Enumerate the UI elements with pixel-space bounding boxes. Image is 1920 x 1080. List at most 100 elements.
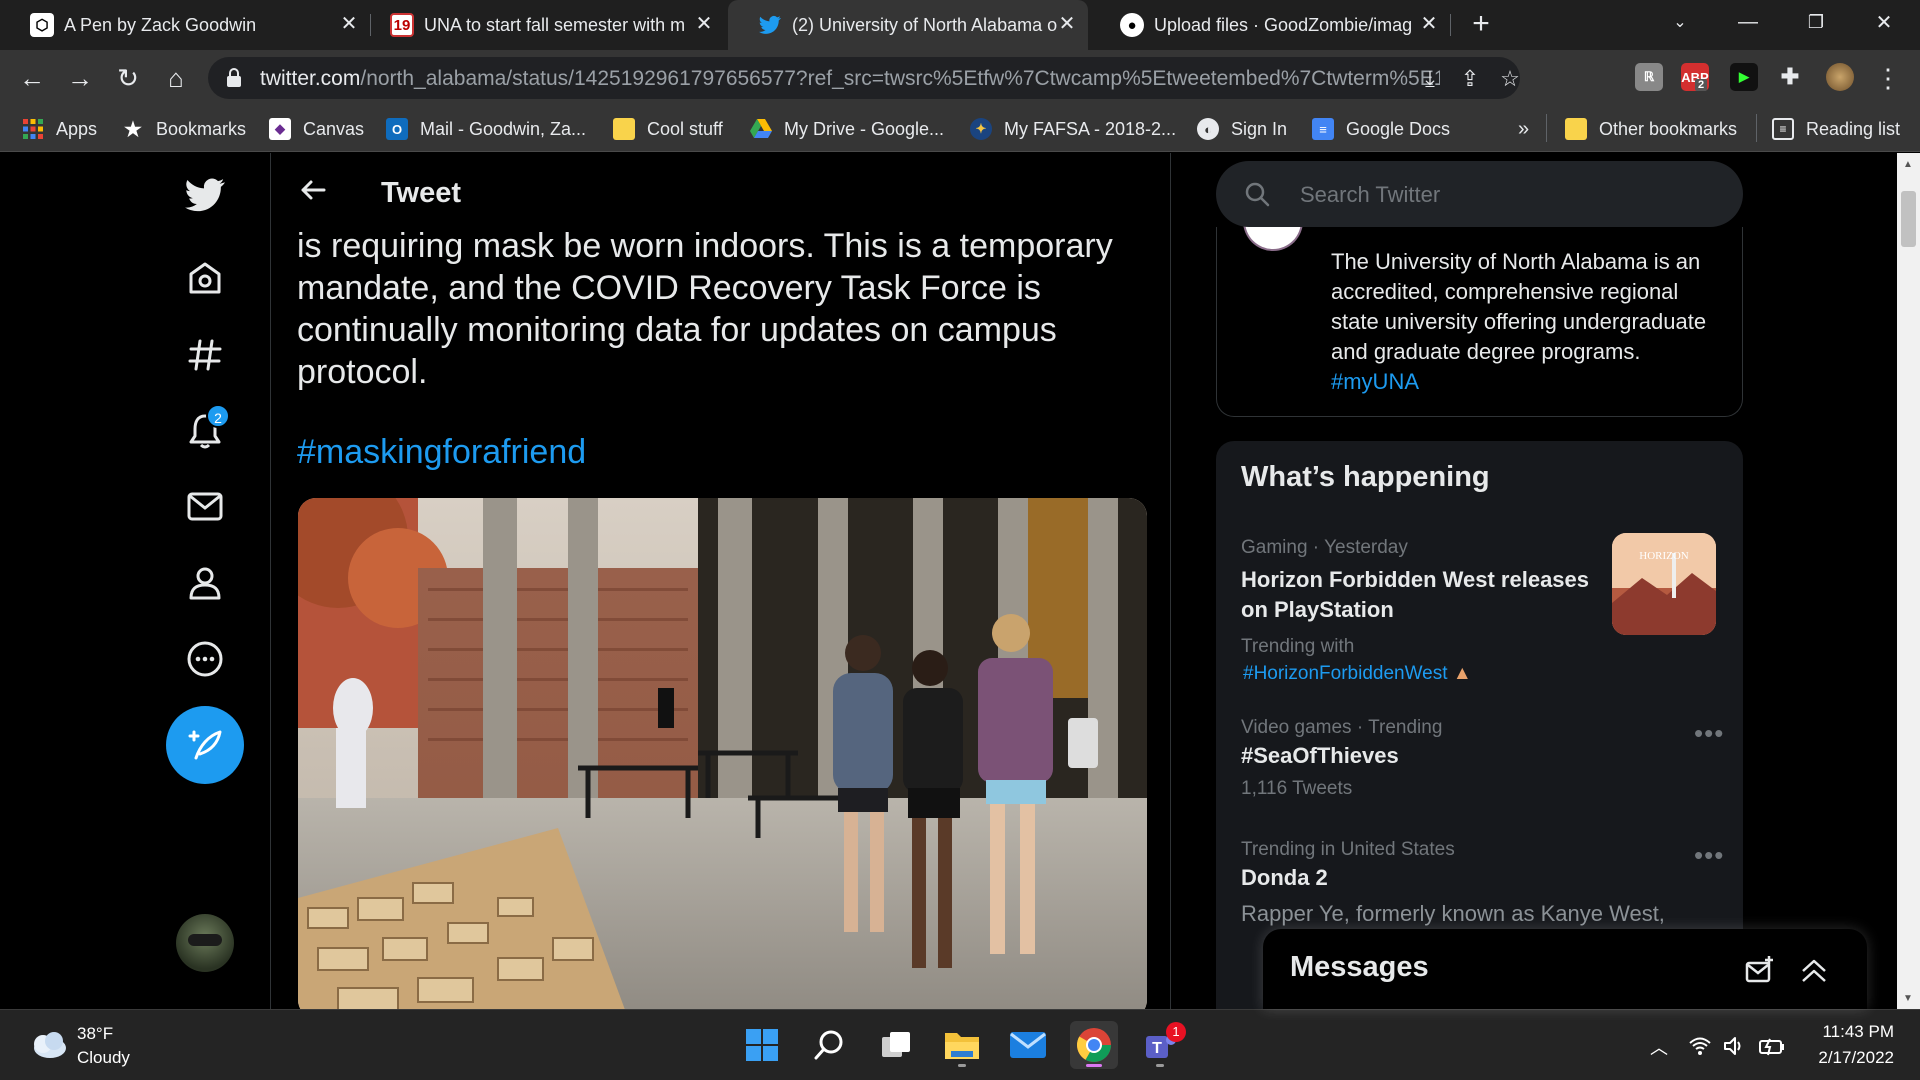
bio-hashtag-link[interactable]: #myUNA: [1331, 369, 1419, 394]
messages-envelope-icon[interactable]: [185, 486, 225, 526]
bookmark-fafsa[interactable]: ✦ My FAFSA - 2018-2...: [970, 115, 1176, 143]
search-input[interactable]: Search Twitter: [1216, 161, 1743, 227]
new-tab-button[interactable]: +: [1465, 9, 1497, 41]
scroll-down-arrow-icon[interactable]: ▼: [1903, 993, 1913, 1004]
chrome-taskbar-button[interactable]: [1070, 1021, 1118, 1069]
volume-icon[interactable]: [1722, 1034, 1746, 1058]
wifi-icon[interactable]: [1688, 1034, 1712, 1058]
close-window-button[interactable]: ✕: [1850, 0, 1918, 44]
trend-title: Horizon Forbidden West releases on PlayS…: [1241, 567, 1590, 622]
search-placeholder: Search Twitter: [1300, 182, 1441, 207]
bookmark-canvas[interactable]: ◆ Canvas: [269, 115, 364, 143]
puzzle-extensions-icon[interactable]: ✚: [1776, 63, 1804, 91]
bio-text: The University of North Alabama is an ac…: [1331, 247, 1731, 397]
forward-button[interactable]: →: [64, 62, 96, 94]
chrome-icon: [1077, 1028, 1111, 1062]
bookmark-label: Other bookmarks: [1599, 118, 1738, 139]
battery-charging-icon[interactable]: [1758, 1034, 1786, 1058]
github-icon: ●: [1120, 13, 1144, 37]
file-explorer-button[interactable]: [938, 1021, 986, 1069]
profile-avatar[interactable]: [1826, 63, 1854, 91]
install-app-icon[interactable]: ⤓: [1416, 65, 1444, 93]
messages-drawer[interactable]: Messages: [1263, 929, 1867, 1009]
bookmark-sign-in[interactable]: ◐ Sign In: [1197, 115, 1287, 143]
search-icon: [1245, 182, 1270, 207]
tab-search-chevron-icon[interactable]: ⌄: [1646, 0, 1714, 44]
bookmark-apps[interactable]: Apps: [22, 115, 97, 143]
chrome-menu-icon[interactable]: ⋮: [1872, 62, 1904, 94]
back-button[interactable]: ←: [16, 62, 48, 94]
trend-category: Trending in United States: [1241, 839, 1455, 860]
close-icon[interactable]: ✕: [693, 13, 715, 35]
home-button[interactable]: ⌂: [160, 62, 192, 94]
explore-hashtag-icon[interactable]: [185, 335, 225, 375]
more-options-icon[interactable]: •••: [1694, 842, 1723, 868]
close-icon[interactable]: ✕: [1418, 13, 1440, 35]
reload-button[interactable]: ↻: [112, 62, 144, 94]
back-arrow-icon[interactable]: [296, 173, 330, 207]
address-bar[interactable]: twitter.com/north_alabama/status/1425192…: [208, 57, 1520, 99]
clock-time[interactable]: 11:43 PM: [1814, 1022, 1894, 1042]
bookmark-bookmarks[interactable]: ★ Bookmarks: [122, 115, 246, 143]
twitter-logo-icon[interactable]: [185, 175, 225, 215]
url-path: /north_alabama/status/142519296179765657…: [360, 67, 1440, 90]
tweet-hashtag-link[interactable]: #maskingforafriend: [297, 433, 586, 472]
trends-heading: What’s happening: [1241, 461, 1490, 493]
bookmark-other[interactable]: Other bookmarks: [1565, 115, 1737, 143]
scrollbar-thumb[interactable]: [1901, 191, 1916, 247]
trend-related-hashtag-text: #HorizonForbiddenWest: [1243, 663, 1448, 684]
bookmarks-bar: Apps ★ Bookmarks ◆ Canvas O Mail - Goodw…: [0, 106, 1920, 152]
scroll-up-arrow-icon[interactable]: ▲: [1903, 159, 1913, 170]
account-avatar[interactable]: [176, 914, 234, 972]
new-message-icon[interactable]: [1745, 955, 1775, 985]
svg-text:HORIZON: HORIZON: [1639, 550, 1689, 562]
clock-date[interactable]: 2/17/2022: [1806, 1048, 1894, 1068]
bookmarks-overflow-chevron[interactable]: »: [1518, 115, 1529, 143]
news-site-icon: 19: [390, 13, 414, 37]
bookmark-star-icon[interactable]: ☆: [1496, 65, 1524, 93]
trend-related-hashtag[interactable]: #HorizonForbiddenWest ▲: [1243, 663, 1472, 685]
taskbar-search-button[interactable]: [805, 1021, 853, 1069]
bookmark-cool-stuff[interactable]: Cool stuff: [613, 115, 723, 143]
reading-list-button[interactable]: ≡ Reading list: [1772, 115, 1900, 143]
folder-icon: [945, 1033, 979, 1059]
tweet-photo[interactable]: [298, 498, 1147, 1009]
bookmark-google-docs[interactable]: ≡ Google Docs: [1312, 115, 1450, 143]
bookmark-mail[interactable]: O Mail - Goodwin, Za...: [386, 115, 586, 143]
show-hidden-icons-chevron[interactable]: ︿: [1650, 1034, 1674, 1058]
more-options-icon[interactable]: [185, 639, 225, 679]
tab-codepen[interactable]: ⬡ A Pen by Zack Goodwin ✕: [0, 0, 370, 50]
close-icon[interactable]: ✕: [1056, 13, 1078, 35]
reading-list-icon: ≡: [1772, 118, 1794, 140]
tab-github-upload[interactable]: ● Upload files · GoodZombie/imag ✕: [1090, 0, 1450, 50]
tab-twitter-una[interactable]: (2) University of North Alabama o ✕: [728, 0, 1088, 50]
adblock-plus-icon[interactable]: ABP 2: [1681, 63, 1709, 91]
globe-icon: ◐: [1197, 118, 1219, 140]
extension-icon[interactable]: ℝ: [1635, 63, 1663, 91]
bookmark-google-drive[interactable]: My Drive - Google...: [750, 115, 944, 143]
campus-photo-illustration: [298, 498, 1147, 1009]
home-icon[interactable]: [185, 259, 225, 299]
teams-taskbar-button[interactable]: T 1: [1136, 1021, 1186, 1069]
more-options-icon[interactable]: •••: [1694, 720, 1723, 746]
compose-tweet-button[interactable]: [166, 706, 244, 784]
codepen-icon: ⬡: [30, 13, 54, 37]
page-scrollbar[interactable]: ▲ ▼: [1897, 153, 1920, 1009]
cloudy-weather-icon[interactable]: [28, 1030, 68, 1060]
restore-button[interactable]: ❐: [1782, 0, 1850, 44]
mail-app-button[interactable]: [1004, 1021, 1052, 1069]
google-drive-icon: [750, 118, 772, 140]
profile-person-icon[interactable]: [185, 563, 225, 603]
expand-chevron-up-icon[interactable]: [1799, 955, 1829, 985]
tab-una-article[interactable]: 19 UNA to start fall semester with m ✕: [360, 0, 725, 50]
bookmark-label: Cool stuff: [647, 118, 723, 139]
close-icon[interactable]: ✕: [338, 13, 360, 35]
task-view-button[interactable]: [872, 1021, 920, 1069]
media-extension-icon[interactable]: ▶: [1730, 63, 1758, 91]
running-indicator: [1156, 1064, 1164, 1067]
windows-start-button[interactable]: [738, 1021, 786, 1069]
twitter-left-nav: 2: [0, 153, 271, 1009]
share-icon[interactable]: ⇪: [1456, 65, 1484, 93]
whats-happening-panel: What’s happening Gaming · Yesterday Hori…: [1216, 441, 1743, 1009]
minimize-button[interactable]: —: [1714, 0, 1782, 44]
